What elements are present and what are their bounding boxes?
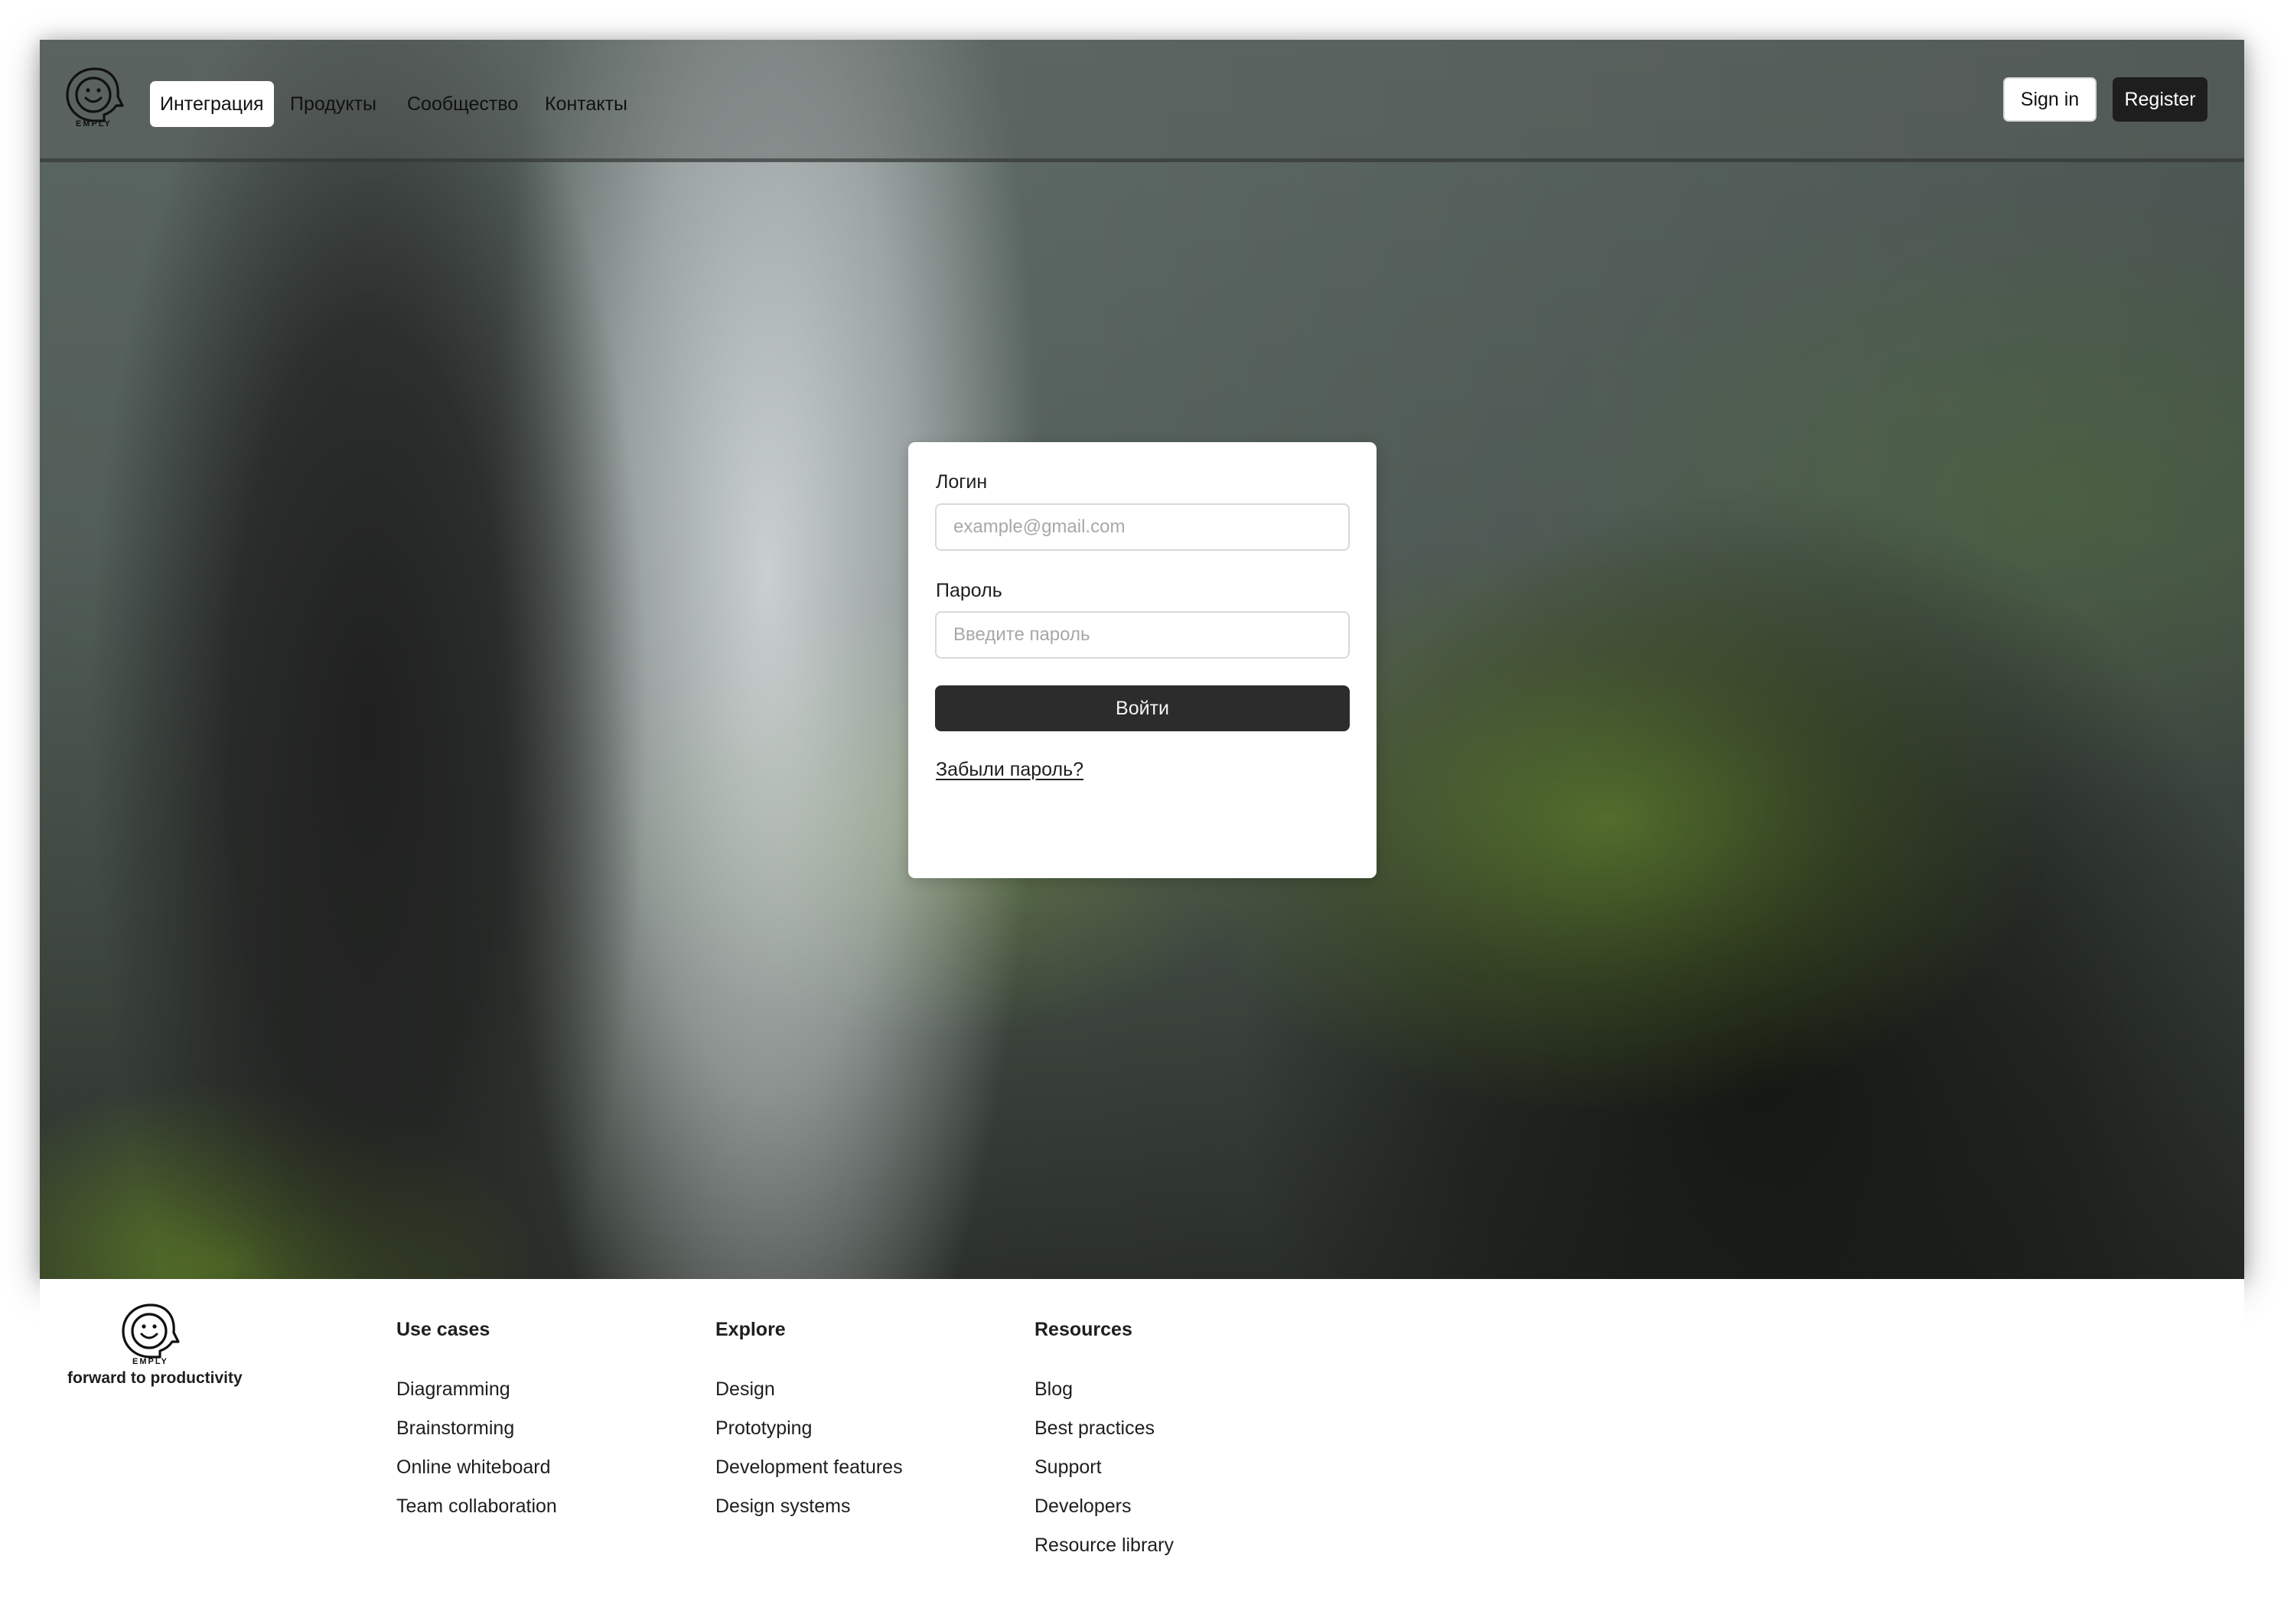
footer-link[interactable]: Best practices [1034,1414,1174,1453]
forgot-password-link[interactable]: Забыли пароль? [936,759,1083,781]
footer: EMPLY forward to productivity Use cases … [40,1279,2244,1624]
footer-link[interactable]: Design [715,1375,903,1414]
top-navbar: EMPLY Интеграция Продукты Сообщество Кон… [40,40,2244,162]
footer-tagline: forward to productivity [67,1369,243,1387]
footer-link[interactable]: Support [1034,1453,1174,1492]
sign-in-button[interactable]: Sign in [2003,77,2097,122]
login-submit-button[interactable]: Войти [935,685,1350,731]
password-input[interactable] [935,611,1350,659]
password-label: Пароль [936,580,1002,601]
footer-heading: Explore [715,1319,786,1340]
login-label: Логин [936,471,988,493]
footer-link[interactable]: Development features [715,1453,903,1492]
footer-link[interactable]: Online whiteboard [396,1453,557,1492]
footer-link[interactable]: Prototyping [715,1414,903,1453]
footer-link[interactable]: Brainstorming [396,1414,557,1453]
logo-wordmark: EMPLY [76,119,112,129]
login-input[interactable] [935,503,1350,551]
footer-link[interactable]: Resource library [1034,1531,1174,1570]
footer-heading: Use cases [396,1319,490,1340]
register-button[interactable]: Register [2113,77,2207,122]
footer-link[interactable]: Developers [1034,1492,1174,1531]
nav-item-community[interactable]: Сообщество [397,81,528,127]
login-card: Логин Пароль Войти Забыли пароль? [908,442,1377,878]
footer-column-explore: Explore Design Prototyping Development f… [715,1319,903,1531]
nav-item-integration[interactable]: Интеграция [150,81,274,127]
hero-section: EMPLY Интеграция Продукты Сообщество Кон… [40,40,2244,1279]
footer-column-use-cases: Use cases Diagramming Brainstorming Onli… [396,1319,557,1531]
footer-logo-wordmark: EMPLY [132,1357,168,1366]
nav-item-contacts[interactable]: Контакты [535,81,637,127]
footer-link[interactable]: Team collaboration [396,1492,557,1531]
footer-link[interactable]: Blog [1034,1375,1174,1414]
footer-link[interactable]: Diagramming [396,1375,557,1414]
footer-heading: Resources [1034,1319,1132,1340]
footer-link[interactable]: Design systems [715,1492,903,1531]
nav-item-products[interactable]: Продукты [280,81,386,127]
footer-column-resources: Resources Blog Best practices Support De… [1034,1319,1174,1570]
